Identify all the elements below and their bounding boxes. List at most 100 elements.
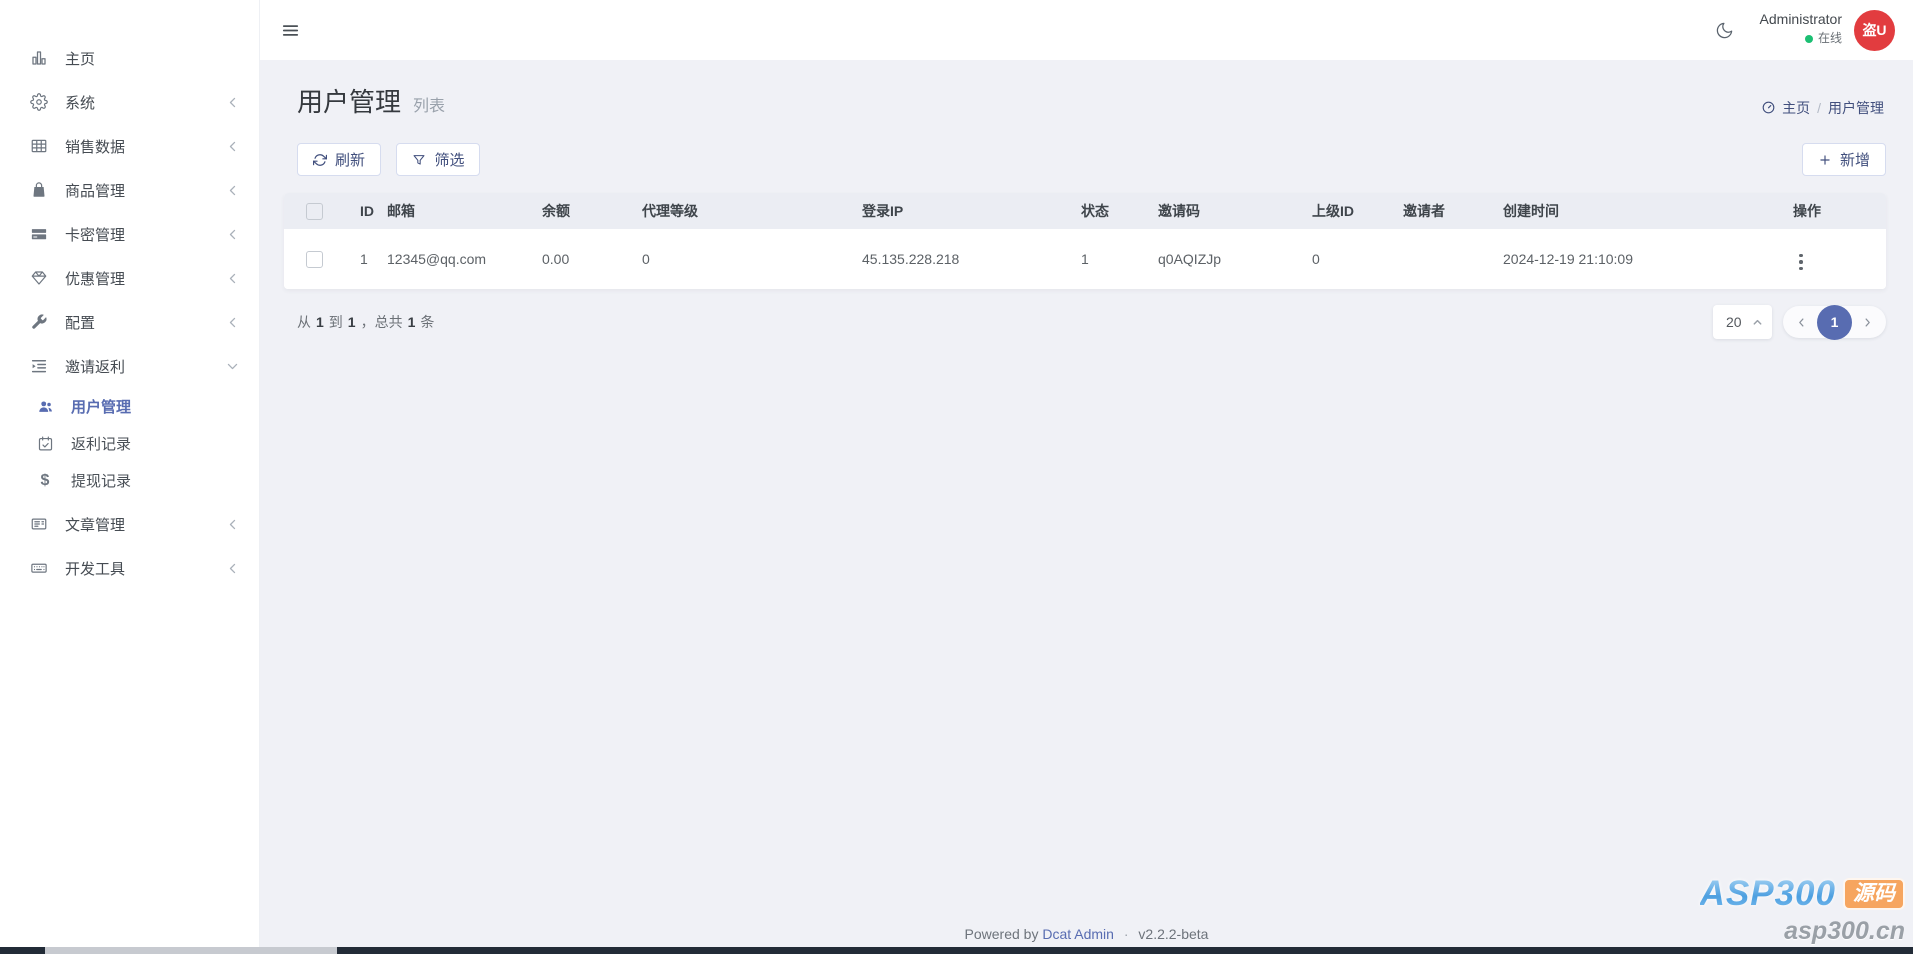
sidebar-item-label: 系统	[65, 94, 96, 112]
row-checkbox[interactable]	[306, 250, 323, 268]
sidebar-item-label: 商品管理	[65, 182, 126, 200]
sidebar-item-home[interactable]: 主页	[0, 36, 259, 80]
create-button-label: 新增	[1839, 152, 1870, 169]
summary-to-label: 到	[328, 314, 343, 330]
sidebar: 主页 系统 销售数据 商品管理 卡密管理 优惠管理 配置 邀请返利 用户管理 返…	[0, 0, 260, 954]
column-header-id: ID	[342, 193, 374, 229]
sidebar-item-user-management[interactable]: 用户管理	[0, 388, 259, 425]
column-header-actions: 操作	[1775, 193, 1886, 229]
column-header-email: 邮箱	[369, 193, 524, 229]
cell-email: 12345@qq.com	[369, 229, 524, 289]
column-header-agent-level: 代理等级	[624, 193, 844, 229]
sidebar-item-label: 销售数据	[65, 138, 126, 156]
filter-button[interactable]: 筛选	[396, 143, 481, 176]
cell-agent-level: 0	[624, 229, 844, 289]
sidebar-item-rebate-records[interactable]: 返利记录	[0, 425, 259, 462]
sidebar-item-label: 开发工具	[65, 560, 126, 578]
cell-inviter	[1385, 229, 1485, 289]
horizontal-scrollbar[interactable]	[0, 947, 1913, 954]
hamburger-menu-icon[interactable]	[281, 21, 300, 40]
submenu-wrapper: 用户管理 返利记录 $ 提现记录	[0, 388, 259, 499]
breadcrumb-home-label: 主页	[1782, 99, 1811, 116]
per-page-select[interactable]: 20	[1713, 305, 1772, 339]
select-all-checkbox[interactable]	[306, 202, 323, 220]
dark-mode-moon-icon[interactable]	[1715, 21, 1734, 40]
footer-separator: ·	[1123, 926, 1129, 942]
page-number-button[interactable]: 1	[1817, 304, 1852, 340]
page-title: 用户管理 列表	[297, 82, 445, 119]
sidebar-item-settings[interactable]: 配置	[0, 300, 259, 344]
cell-created-at: 2024-12-19 21:10:09	[1485, 229, 1775, 289]
toolbar: 刷新 筛选 新增	[297, 143, 1886, 176]
calendar-check-icon	[34, 435, 56, 452]
sidebar-item-label: 配置	[65, 314, 96, 332]
sidebar-item-label: 返利记录	[71, 436, 132, 453]
column-header-parent-id: 上级ID	[1294, 193, 1385, 229]
create-button[interactable]: 新增	[1801, 143, 1886, 176]
sidebar-item-label: 用户管理	[71, 399, 132, 416]
cell-status: 1	[1063, 229, 1140, 289]
gem-icon	[28, 269, 50, 287]
watermark: ASP300 源码 asp300.cn	[1700, 875, 1905, 944]
column-header-login-ip: 登录IP	[844, 193, 1063, 229]
cell-parent-id: 0	[1294, 229, 1385, 289]
indent-list-icon	[28, 357, 50, 375]
sidebar-item-dev-tools[interactable]: 开发工具	[0, 546, 259, 590]
table-row: 1 12345@qq.com 0.00 0 45.135.228.218 1 q…	[284, 229, 1886, 289]
summary-total-value: 1	[407, 314, 416, 330]
watermark-top: ASP300 源码	[1700, 875, 1905, 913]
chevron-left-icon	[226, 228, 239, 241]
sidebar-item-sales-data[interactable]: 销售数据	[0, 124, 259, 168]
cell-balance: 0.00	[524, 229, 624, 289]
main-content: 用户管理 列表 主页 / 用户管理 刷新 筛选 新增 ID 邮箱 余额 代理等级…	[260, 60, 1913, 954]
column-header-status: 状态	[1063, 193, 1140, 229]
sidebar-item-label: 主页	[65, 50, 96, 68]
sidebar-item-articles[interactable]: 文章管理	[0, 502, 259, 546]
sidebar-item-label: 文章管理	[65, 516, 126, 534]
sidebar-item-system[interactable]: 系统	[0, 80, 259, 124]
summary-from-value: 1	[316, 314, 324, 330]
chevron-left-icon	[226, 562, 239, 575]
page-footer: Powered by Dcat Admin · v2.2.2-beta	[260, 926, 1913, 942]
scrollbar-thumb[interactable]	[45, 947, 337, 954]
topbar-right: Administrator 在线 盗U	[1715, 9, 1895, 51]
chevron-left-icon	[226, 316, 239, 329]
sidebar-item-label: 卡密管理	[65, 226, 126, 244]
refresh-button[interactable]: 刷新	[297, 143, 382, 176]
chart-bar-icon	[28, 49, 50, 67]
shopping-bag-icon	[28, 181, 50, 199]
row-actions-ellipsis-icon[interactable]	[1793, 250, 1809, 275]
refresh-icon	[313, 153, 327, 167]
chevron-left-icon	[226, 184, 239, 197]
users-table: ID 邮箱 余额 代理等级 登录IP 状态 邀请码 上级ID 邀请者 创建时间 …	[284, 193, 1886, 289]
summary-from-label: 从	[297, 314, 311, 330]
user-menu[interactable]: Administrator 在线	[1760, 11, 1842, 49]
per-page-value: 20	[1726, 314, 1742, 330]
keyboard-icon	[28, 559, 50, 577]
prev-page-icon[interactable]	[1787, 317, 1816, 328]
gear-icon	[28, 93, 50, 111]
avatar[interactable]: 盗U	[1854, 9, 1895, 51]
top-navbar: Administrator 在线 盗U	[260, 0, 1913, 60]
column-header-created-at: 创建时间	[1485, 193, 1775, 229]
column-header-balance: 余额	[524, 193, 624, 229]
breadcrumb-home-link[interactable]: 主页	[1761, 98, 1810, 118]
sidebar-item-coupons[interactable]: 优惠管理	[0, 256, 259, 300]
chevron-left-icon	[226, 140, 239, 153]
online-status-label: 在线	[1817, 31, 1842, 46]
column-header-inviter: 邀请者	[1385, 193, 1485, 229]
sidebar-item-invite-rebate[interactable]: 邀请返利	[0, 344, 259, 388]
filter-funnel-icon	[412, 153, 426, 167]
sidebar-item-products[interactable]: 商品管理	[0, 168, 259, 212]
footer-brand-link[interactable]: Dcat Admin	[1042, 926, 1114, 942]
breadcrumb-separator: /	[1817, 99, 1821, 116]
chevron-left-icon	[226, 96, 239, 109]
summary-total-label: ，总共	[360, 314, 403, 330]
chevron-up-icon	[1752, 317, 1763, 328]
sidebar-menu: 主页 系统 销售数据 商品管理 卡密管理 优惠管理 配置 邀请返利 用户管理 返…	[0, 0, 259, 590]
sidebar-item-withdrawal-records[interactable]: $ 提现记录	[0, 462, 259, 499]
next-page-icon[interactable]	[1853, 317, 1882, 328]
page-header: 用户管理 列表 主页 / 用户管理	[297, 82, 1884, 119]
sidebar-item-card-keys[interactable]: 卡密管理	[0, 212, 259, 256]
page-subtitle: 列表	[413, 98, 446, 115]
